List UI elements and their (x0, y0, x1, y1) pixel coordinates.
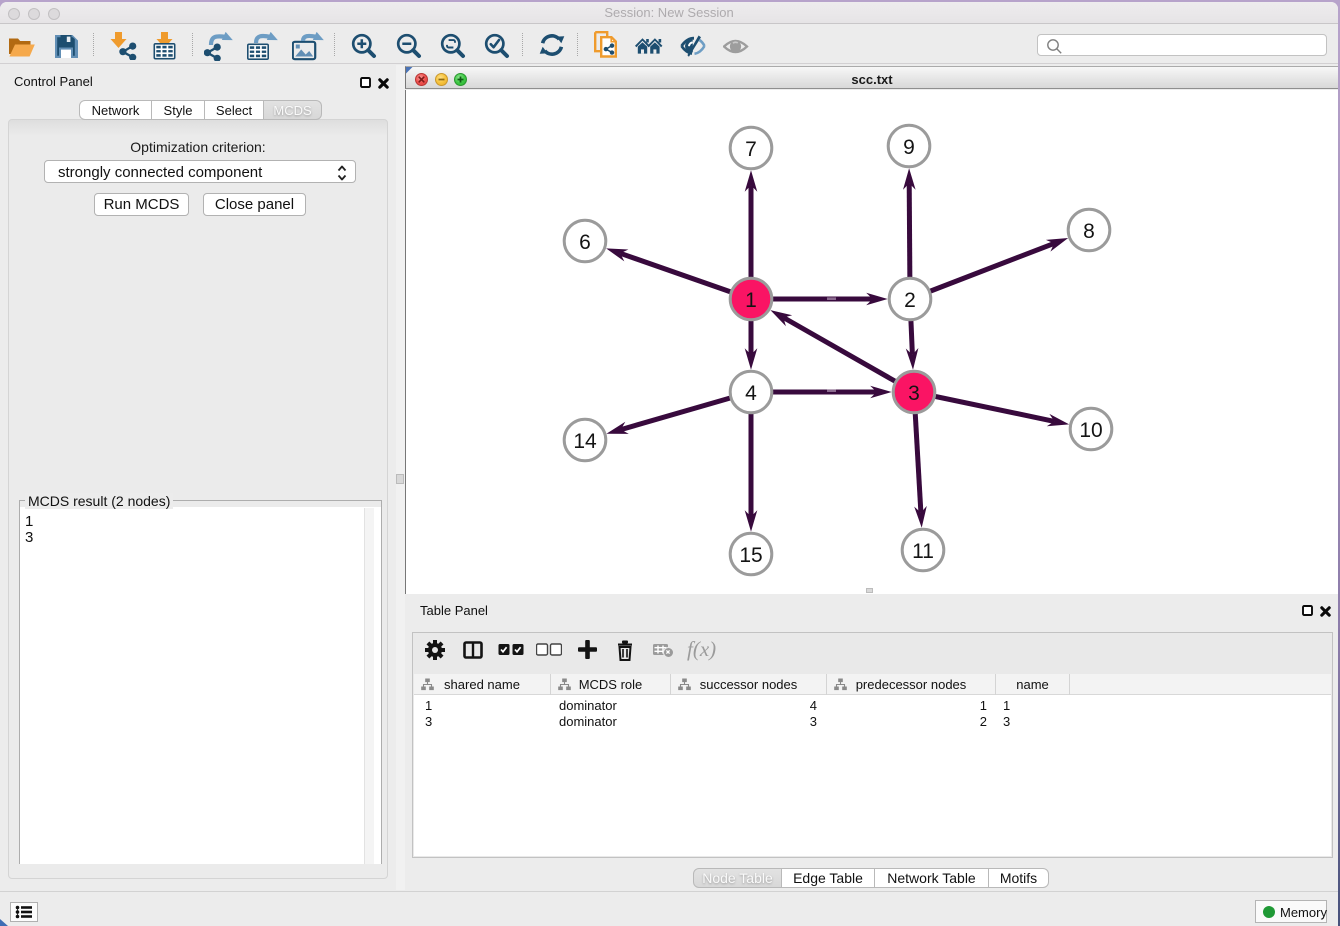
svg-text:2: 2 (904, 289, 916, 312)
svg-text:11: 11 (912, 540, 934, 563)
svg-text:15: 15 (739, 544, 762, 567)
svg-text:14: 14 (573, 430, 597, 453)
svg-text:1: 1 (745, 289, 757, 312)
svg-text:3: 3 (908, 382, 920, 405)
svg-text:9: 9 (903, 136, 915, 159)
svg-text:10: 10 (1079, 419, 1102, 442)
svg-text:8: 8 (1083, 220, 1095, 243)
svg-text:4: 4 (745, 382, 757, 405)
svg-text:7: 7 (745, 138, 757, 161)
svg-text:6: 6 (579, 231, 591, 254)
